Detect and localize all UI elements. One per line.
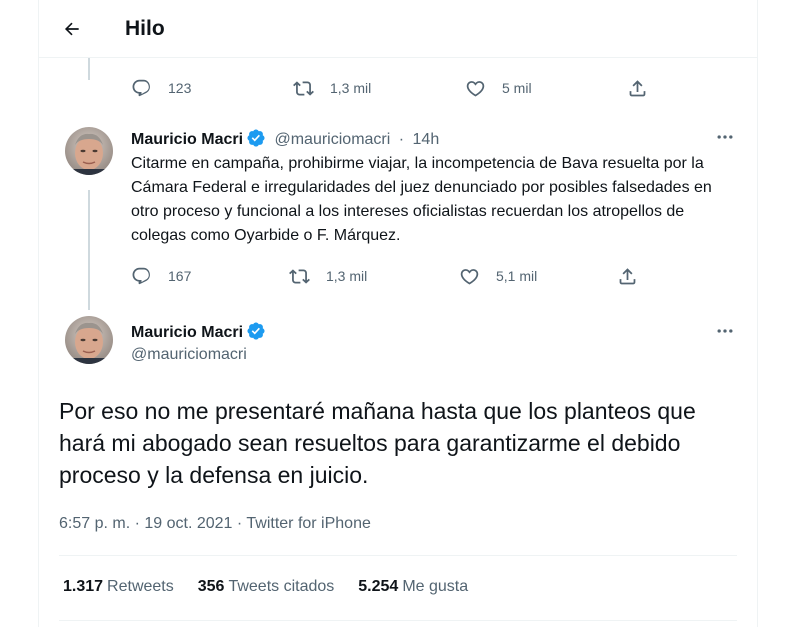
verified-badge-icon <box>247 129 265 147</box>
thread-connector <box>88 58 90 80</box>
tweet-2-header: Mauricio Macri <box>131 321 266 343</box>
quotes-label: Tweets citados <box>228 578 335 595</box>
share-button[interactable] <box>617 264 638 288</box>
retweets-stat[interactable]: 1.317 Retweets <box>63 578 174 596</box>
back-button[interactable] <box>55 12 89 46</box>
retweet-button[interactable]: 1,3 mil <box>289 264 459 288</box>
reply-icon <box>132 79 150 96</box>
author-handle[interactable]: @mauriciomacri <box>274 131 390 148</box>
avatar[interactable] <box>65 127 113 175</box>
retweets-label: Retweets <box>107 578 174 595</box>
thread-column: Hilo 123 1,3 mil 5 mil Mauricio Macri @m… <box>38 0 758 627</box>
quotes-count: 356 <box>197 578 225 595</box>
prev-tweet-actions: 123 1,3 mil 5 mil <box>131 76 648 100</box>
share-icon <box>629 79 646 96</box>
tweet-source[interactable]: Twitter for iPhone <box>246 515 371 532</box>
reply-button[interactable]: 167 <box>131 264 289 288</box>
tweet-time[interactable]: 14h <box>413 131 440 148</box>
retweet-count: 1,3 mil <box>326 268 368 284</box>
author-name[interactable]: Mauricio Macri <box>131 131 243 148</box>
like-button[interactable]: 5,1 mil <box>459 264 617 288</box>
more-icon <box>717 329 733 333</box>
reply-count: 123 <box>168 80 192 96</box>
arrow-left-icon <box>64 22 79 36</box>
tweet-1-actions: 167 1,3 mil 5,1 mil <box>131 264 638 288</box>
divider <box>59 620 737 621</box>
more-options-button[interactable] <box>710 316 740 346</box>
retweets-count: 1.317 <box>63 578 104 595</box>
tweet-timestamp: 6:57 p. m. · 19 oct. 2021 · Twitter for … <box>59 514 371 534</box>
heart-icon <box>460 268 479 285</box>
tweet-2-text: Por eso no me presentaré mañana hasta qu… <box>59 398 696 488</box>
like-count: 5,1 mil <box>496 268 538 284</box>
avatar[interactable] <box>65 316 113 364</box>
page-header: Hilo <box>39 0 757 58</box>
divider <box>59 555 737 556</box>
likes-label: Me gusta <box>402 578 469 595</box>
reply-icon <box>132 267 150 284</box>
tweet-1-header: Mauricio Macri @mauriciomacri · 14h <box>131 128 439 150</box>
tweet-datetime[interactable]: 6:57 p. m. · 19 oct. 2021 · <box>59 515 246 532</box>
retweet-icon <box>289 268 310 284</box>
like-count: 5 mil <box>502 80 532 96</box>
thread-connector <box>88 190 90 310</box>
likes-stat[interactable]: 5.254 Me gusta <box>358 578 468 596</box>
quote-tweets-stat[interactable]: 356 Tweets citados <box>198 578 335 596</box>
author-name[interactable]: Mauricio Macri <box>131 324 243 341</box>
share-button[interactable] <box>627 76 648 100</box>
verified-badge-icon <box>247 322 265 340</box>
retweet-count: 1,3 mil <box>330 80 372 96</box>
author-handle[interactable]: @mauriciomacri <box>131 345 247 365</box>
more-options-button[interactable] <box>710 122 740 152</box>
retweet-icon <box>293 80 314 96</box>
like-button[interactable]: 5 mil <box>465 76 627 100</box>
avatar-photo <box>65 127 113 175</box>
share-icon <box>619 267 636 284</box>
tweet-1-text: Citarme en campaña, prohibirme viajar, l… <box>131 155 712 244</box>
retweet-button[interactable]: 1,3 mil <box>293 76 465 100</box>
heart-icon <box>466 80 485 97</box>
more-icon <box>717 135 733 139</box>
tweet-stats: 1.317 Retweets 356 Tweets citados 5.254 Me … <box>63 578 492 596</box>
likes-count: 5.254 <box>358 578 399 595</box>
page-title: Hilo <box>125 17 165 40</box>
reply-button[interactable]: 123 <box>131 76 293 100</box>
avatar-photo <box>65 316 113 364</box>
separator-dot: · <box>398 131 405 148</box>
reply-count: 167 <box>168 268 192 284</box>
